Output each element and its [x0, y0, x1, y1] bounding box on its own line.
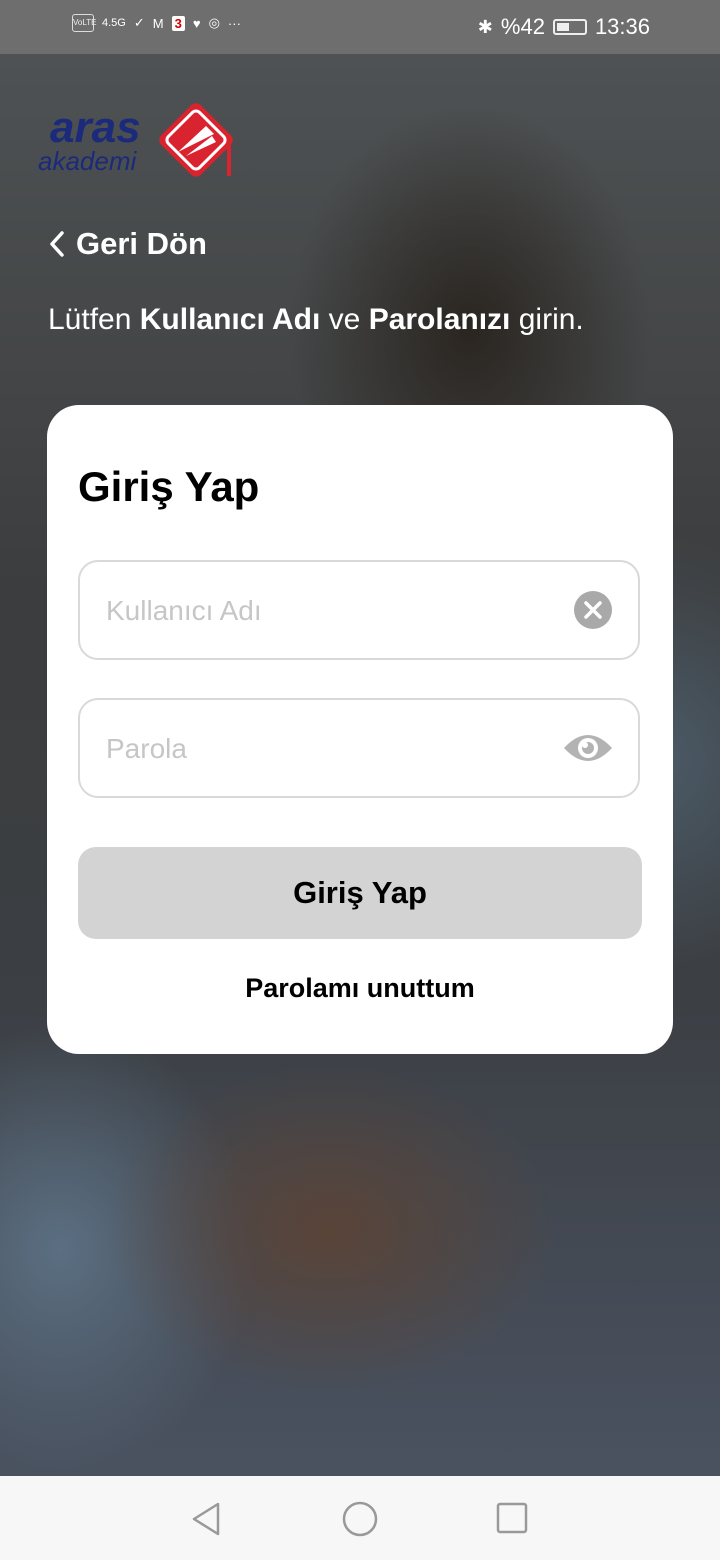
- username-field: [78, 560, 640, 660]
- more-icon: ···: [227, 15, 241, 31]
- app-icon: ◎: [208, 15, 220, 30]
- gmail-icon: M: [152, 15, 164, 31]
- status-bar: VoLTE 4.5G ✓ M 3 ♥ ◎ ··· ✱ %42 13:36: [0, 0, 720, 54]
- instruction-bold-2: Parolanızı: [368, 303, 511, 336]
- back-button[interactable]: Geri Dön: [48, 226, 207, 262]
- signal-icon: 4.5G: [102, 17, 126, 29]
- username-input[interactable]: [104, 562, 558, 660]
- logo-line2: akademi: [38, 146, 137, 176]
- battery-icon: [552, 19, 587, 35]
- instruction-text-2: ve: [320, 303, 369, 336]
- clear-icon[interactable]: [574, 591, 612, 629]
- instruction-text-3: girin.: [510, 303, 584, 336]
- login-title: Giriş Yap: [78, 463, 260, 510]
- home-nav-icon[interactable]: [341, 1500, 379, 1538]
- eye-icon[interactable]: [562, 730, 614, 766]
- forgot-password-link[interactable]: Parolamı unuttum: [47, 973, 673, 1004]
- check-icon: ✓: [133, 15, 145, 30]
- back-label: Geri Dön: [76, 226, 207, 261]
- instruction-bold-1: Kullanıcı Adı: [139, 303, 321, 336]
- password-field: [78, 698, 640, 798]
- system-navigation-bar: [0, 1476, 720, 1560]
- logo-line1: aras: [50, 103, 141, 152]
- password-input[interactable]: [104, 700, 558, 798]
- battery-percent: %42: [500, 14, 545, 39]
- login-instruction: Lütfen Kullanıcı Adı ve Parolanızı girin…: [48, 303, 584, 337]
- clock: 13:36: [594, 14, 650, 39]
- recents-nav-icon[interactable]: [495, 1501, 529, 1535]
- volte-icon: VoLTE: [72, 14, 96, 32]
- login-card: Giriş Yap Giriş Yap Parolamı unuttum: [47, 405, 673, 1054]
- app-3-icon: 3: [171, 15, 185, 31]
- login-button[interactable]: Giriş Yap: [78, 847, 642, 939]
- health-icon: ♥: [192, 15, 201, 31]
- bluetooth-icon: ✱: [477, 16, 493, 37]
- chevron-left-icon: [50, 231, 64, 257]
- aras-akademi-logo: aras akademi: [36, 100, 236, 180]
- back-nav-icon[interactable]: [188, 1500, 224, 1538]
- instruction-text-1: Lütfen: [48, 303, 140, 336]
